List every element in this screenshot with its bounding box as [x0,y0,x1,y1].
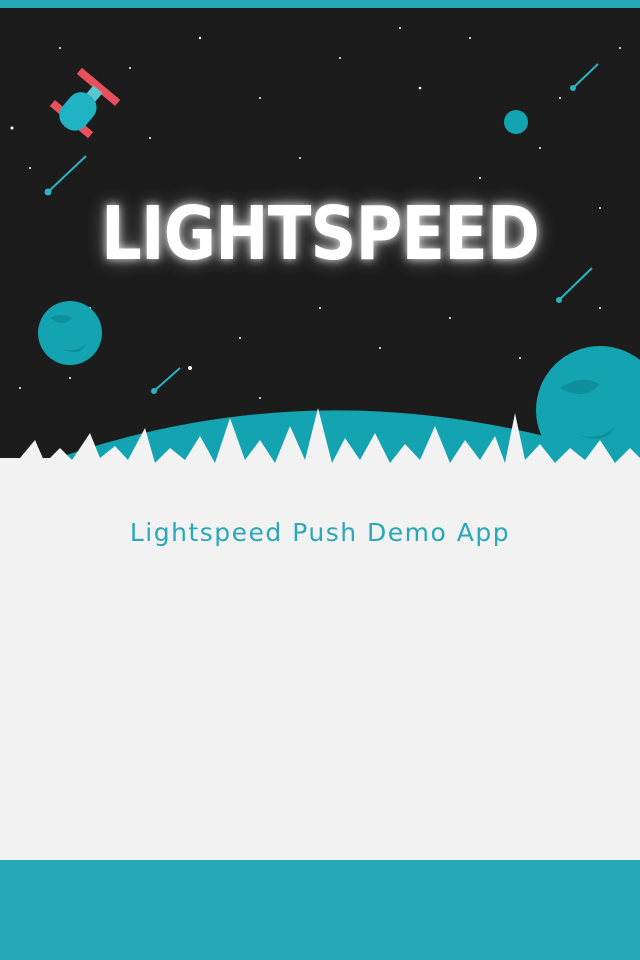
top-accent-bar [0,0,640,8]
app-title: Lightspeed Push Demo App [129,518,511,547]
bottom-accent-bar [0,860,640,960]
splash-hero: LIGHTSPEED [0,8,640,478]
planet-icon [504,110,528,134]
lightspeed-logo: LIGHTSPEED [101,192,540,278]
planet-icon [38,301,102,365]
